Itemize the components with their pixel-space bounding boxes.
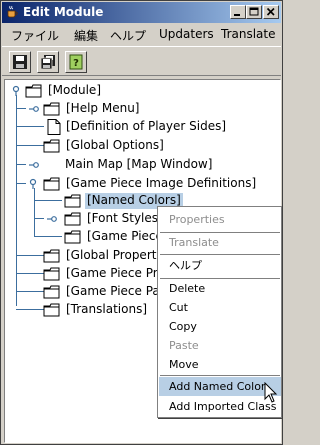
menu-separator: [160, 254, 280, 255]
title-bar[interactable]: Edit Module: [2, 2, 281, 23]
menu-help[interactable]: ヘルプ: [110, 27, 146, 44]
menu-separator: [160, 375, 280, 376]
mouse-pointer-icon: [264, 382, 278, 403]
help-button[interactable]: ?: [65, 51, 87, 73]
menu-bar: ファイル 編集 ヘルプ Updaters Translate: [2, 23, 281, 45]
tree-node-label: [Module]: [48, 83, 101, 97]
save-icon: [13, 55, 27, 69]
tree-node-global-options[interactable]: [Global Options]: [5, 137, 275, 155]
menu-edit[interactable]: 編集: [74, 27, 98, 44]
tree-node-module[interactable]: [Module]: [5, 82, 275, 100]
java-cup-icon: [7, 5, 18, 18]
toolbar: ?: [2, 46, 281, 76]
menu-item-delete[interactable]: Delete: [159, 279, 281, 298]
tree-node-label: [Game Piece Pa: [66, 284, 160, 298]
tree-node-label: [Help Menu]: [66, 101, 140, 115]
minimize-button[interactable]: [230, 5, 246, 19]
tree-node-label: [Global Options]: [66, 138, 164, 152]
window-title: Edit Module: [23, 5, 104, 19]
menu-translate[interactable]: Translate: [221, 27, 276, 41]
save-as-button[interactable]: [37, 51, 59, 73]
svg-text:?: ?: [73, 58, 79, 69]
folder-icon: [43, 177, 60, 191]
help-icon: ?: [69, 54, 83, 70]
menu-item-copy[interactable]: Copy: [159, 317, 281, 336]
menu-item-paste[interactable]: Paste: [159, 336, 281, 355]
tree-node-label: [Game Piece: [87, 229, 163, 243]
collapsed-handle-icon[interactable]: [27, 103, 39, 115]
tree-node-main-map[interactable]: Main Map [Map Window]: [5, 156, 275, 174]
tree-node-label: [Definition of Player Sides]: [66, 119, 227, 133]
menu-item-help[interactable]: ヘルプ: [159, 256, 281, 275]
tree-node-label: [Global Propertie: [66, 248, 168, 262]
folder-icon: [43, 303, 60, 317]
expanded-handle-icon[interactable]: [10, 85, 22, 97]
folder-icon: [43, 139, 60, 153]
folder-icon: [43, 267, 60, 281]
collapsed-handle-icon[interactable]: [45, 213, 57, 225]
save-button[interactable]: [9, 51, 31, 73]
close-button[interactable]: [263, 5, 279, 19]
maximize-button[interactable]: [246, 5, 262, 19]
folder-icon: [43, 102, 60, 116]
folder-icon: [64, 212, 81, 226]
collapsed-handle-icon[interactable]: [27, 159, 39, 171]
menu-updaters[interactable]: Updaters: [159, 27, 214, 41]
tree-node-piece-image-defs[interactable]: [Game Piece Image Definitions]: [5, 175, 275, 193]
tree-node-label: [Game Piece Pro: [66, 266, 165, 280]
folder-icon: [43, 249, 60, 263]
save-as-icon: [40, 55, 55, 70]
expanded-handle-icon[interactable]: [27, 178, 39, 190]
tree-node-label: [Game Piece Image Definitions]: [66, 176, 257, 190]
tree-node-player-sides[interactable]: [Definition of Player Sides]: [5, 118, 275, 136]
edit-module-window: Edit Module ファイル 編集 ヘルプ Updaters Transla…: [0, 0, 283, 445]
tree-node-label: [Font Styles]: [87, 211, 163, 225]
folder-icon: [64, 230, 81, 244]
close-icon: [266, 7, 275, 16]
menu-item-properties[interactable]: Properties: [159, 210, 281, 229]
folder-icon: [25, 84, 42, 98]
menu-file[interactable]: ファイル: [11, 27, 59, 44]
menu-item-translate[interactable]: Translate: [159, 233, 281, 252]
menu-item-cut[interactable]: Cut: [159, 298, 281, 317]
maximize-icon: [249, 7, 259, 16]
minimize-icon: [234, 14, 240, 16]
tree-node-help-menu[interactable]: [Help Menu]: [5, 100, 275, 118]
menu-item-add-imported-class[interactable]: Add Imported Class: [159, 397, 281, 416]
document-icon: [47, 119, 61, 135]
menu-item-move[interactable]: Move: [159, 355, 281, 374]
tree-node-label: [Translations]: [66, 302, 147, 316]
tree-node-label: Main Map [Map Window]: [65, 157, 213, 171]
folder-icon: [64, 194, 81, 208]
menu-item-add-named-color[interactable]: Add Named Color: [159, 377, 281, 396]
folder-icon: [43, 285, 60, 299]
